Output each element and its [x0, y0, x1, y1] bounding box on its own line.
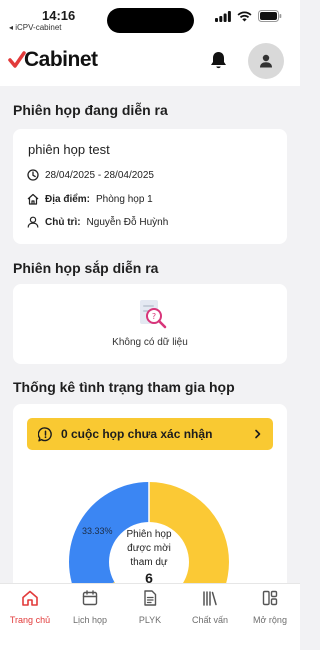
user-icon — [260, 54, 272, 68]
tab-label: PLYK — [138, 615, 162, 625]
document-icon — [144, 590, 157, 606]
signal-icon — [215, 10, 231, 22]
upcoming-section-title: Phiên họp sắp diễn ra — [13, 260, 159, 276]
meeting-name: phiên họp test — [28, 142, 110, 157]
status-bar: 14:16 ◂ iCPV-cabinet — [0, 0, 300, 36]
wifi-icon — [237, 11, 252, 21]
meeting-chair: Nguyễn Đỗ Huỳnh — [86, 216, 169, 228]
app-logo: Cabinet — [8, 48, 98, 72]
dynamic-island — [107, 8, 194, 33]
stats-section-title: Thống kê tình trạng tham gia họp — [13, 379, 235, 395]
bell-icon — [211, 52, 226, 69]
ongoing-section-title: Phiên họp đang diễn ra — [13, 102, 168, 118]
svg-text:?: ? — [152, 312, 156, 321]
message-alert-icon — [38, 426, 52, 441]
meeting-dates: 28/04/2025 - 28/04/2025 — [45, 169, 154, 181]
donut-percent-label: 33.33% — [82, 526, 113, 536]
tab-schedule[interactable]: Lịch họp — [60, 589, 120, 625]
unconfirmed-label: 0 cuộc họp chưa xác nhận — [61, 427, 213, 441]
home-outline-icon — [27, 193, 39, 205]
location-label: Địa điểm: — [45, 193, 91, 205]
avatar-button[interactable] — [248, 43, 284, 79]
meeting-dates-row: 28/04/2025 - 28/04/2025 — [27, 169, 154, 181]
meeting-location: Phòng họp 1 — [96, 193, 153, 205]
tab-label: Lịch họp — [72, 615, 108, 625]
person-icon — [27, 216, 39, 228]
chevron-right-icon — [255, 429, 261, 439]
bottom-tab-bar: Trang chủ Lịch họp PLYK Chất vấn Mở rộng — [0, 583, 300, 650]
ongoing-meeting-card[interactable]: phiên họp test 28/04/2025 - 28/04/2025 Đ… — [13, 129, 287, 244]
home-icon — [22, 590, 38, 606]
clock-icon — [27, 169, 39, 181]
meeting-chair-row: Chủ trì: Nguyễn Đỗ Huỳnh — [27, 216, 168, 228]
calendar-icon — [82, 590, 98, 606]
tab-label: Trang chủ — [9, 615, 51, 625]
tab-more[interactable]: Mở rộng — [240, 589, 300, 625]
donut-label-line: tham dự — [130, 557, 168, 568]
library-icon — [203, 591, 217, 606]
tab-label: Mở rộng — [253, 615, 287, 625]
chair-label: Chủ trì: — [45, 216, 81, 228]
grid-icon — [262, 590, 278, 606]
tab-plyk[interactable]: PLYK — [120, 589, 180, 625]
logo-text: Cabinet — [24, 48, 98, 71]
notification-button[interactable] — [210, 51, 227, 75]
upcoming-empty-card: ? Không có dữ liệu — [13, 284, 287, 364]
stats-card: 0 cuộc họp chưa xác nhận Phiên họp được … — [13, 404, 287, 583]
meeting-location-row: Địa điểm: Phòng họp 1 — [27, 193, 153, 205]
empty-text: Không có dữ liệu — [112, 337, 188, 348]
tab-questions[interactable]: Chất vấn — [180, 589, 240, 625]
status-icons — [215, 10, 282, 22]
donut-label-line: được mời — [127, 543, 171, 554]
unconfirmed-meetings-button[interactable]: 0 cuộc họp chưa xác nhận — [27, 418, 273, 450]
home-content[interactable]: Phiên họp đang diễn ra phiên họp test 28… — [0, 86, 300, 583]
app-header: Cabinet — [0, 36, 300, 86]
donut-total: 6 — [145, 570, 153, 583]
tab-home[interactable]: Trang chủ — [0, 589, 60, 625]
tab-label: Chất vấn — [191, 615, 229, 625]
battery-icon — [258, 10, 282, 22]
status-time: 14:16 — [42, 8, 76, 23]
empty-data-icon: ? — [140, 300, 167, 329]
back-to-app-link[interactable]: ◂ iCPV-cabinet — [9, 23, 61, 32]
attendance-donut-chart: Phiên họp được mời tham dự 6 33.33% — [69, 482, 229, 583]
